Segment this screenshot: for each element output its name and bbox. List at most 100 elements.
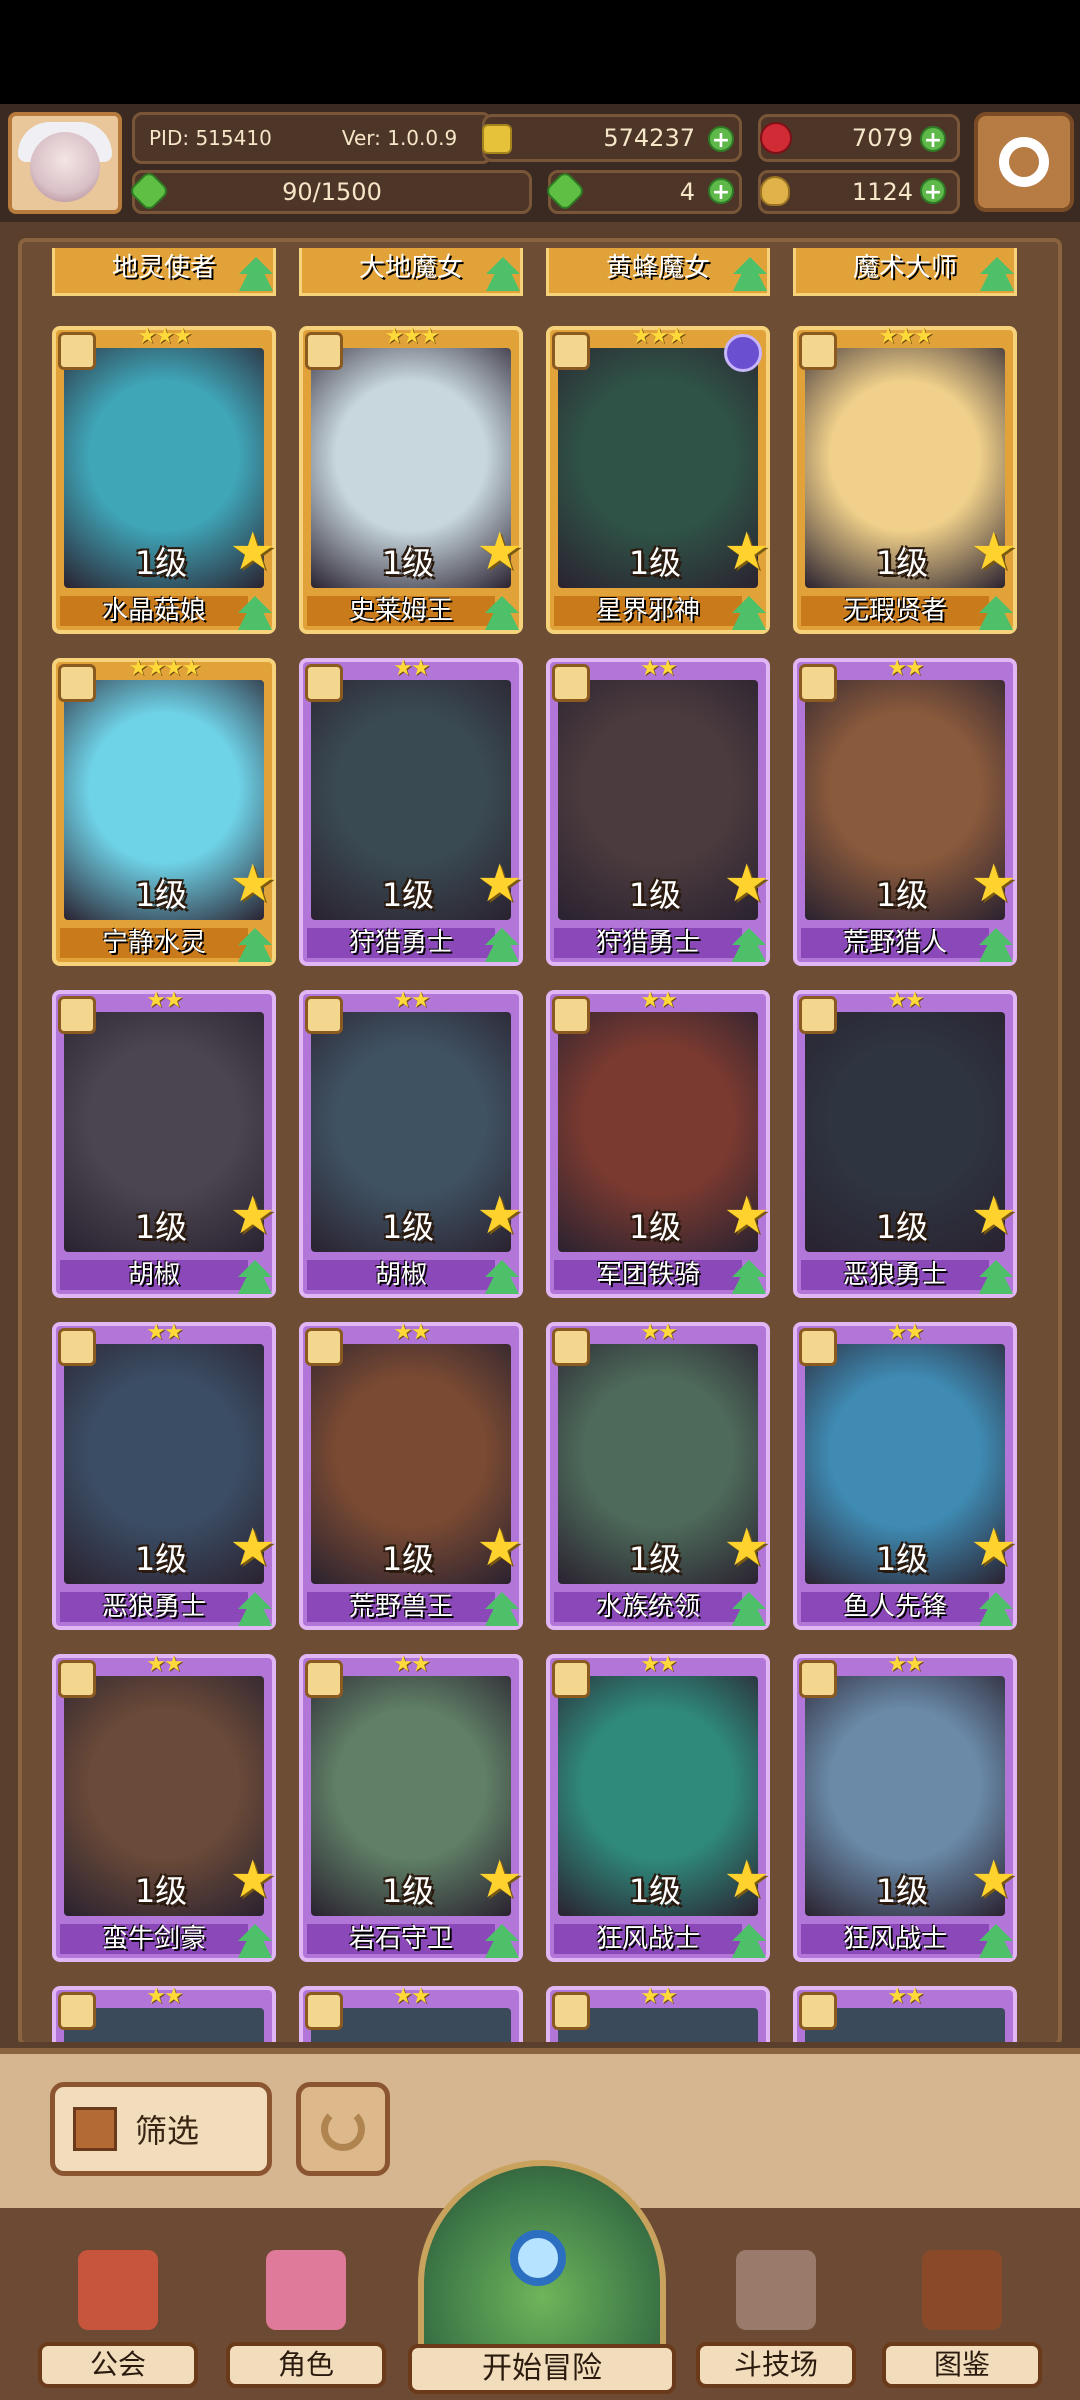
nav-tab-codex[interactable]: 图鉴 (882, 2250, 1042, 2400)
nav-label: 角色 (226, 2342, 386, 2388)
start-adventure-button[interactable]: 开始冒险 (408, 2160, 676, 2400)
character-name: 恶狼勇士 (60, 1592, 248, 1622)
gem-icon (760, 122, 792, 154)
nav-label: 公会 (38, 2342, 198, 2388)
nav-tab-guild[interactable]: 公会 (38, 2250, 198, 2400)
character-card[interactable]: ★★ 1级 ★ 狂风战士 (793, 1652, 1017, 1962)
top-row-name: 地灵使者 (111, 253, 216, 283)
character-name: 水晶菇娘 (60, 596, 248, 626)
add-gem-button[interactable]: + (920, 126, 946, 153)
upgrade-tree-icon (980, 257, 1014, 291)
star-icon: ★ (970, 854, 1017, 914)
top-row-card[interactable]: 黄蜂魔女 (546, 248, 770, 296)
character-card[interactable]: ★★ 1级 ★ 狩猎勇士 (546, 656, 770, 966)
character-card[interactable]: ★★ 1级 ★ 胡椒 (299, 988, 523, 1298)
character-grid: 地灵使者 大地魔女 黄蜂魔女 魔术大师 ★★★ 1级 ★ 水晶菇娘 ★★★ 1级 ★ 史莱姆王… (34, 248, 1044, 2048)
character-card[interactable]: ★★ 1级 ★ 恶狼勇士 (793, 988, 1017, 1298)
settings-button[interactable] (974, 112, 1074, 212)
character-name: 荒野兽王 (307, 1592, 495, 1622)
rarity-stars: ★★★★ (128, 656, 202, 681)
character-card[interactable]: ★★ 1级 ★ 荒野兽王 (299, 1320, 523, 1630)
character-name: 星界邪神 (554, 596, 742, 626)
character-name: 军团铁骑 (554, 1260, 742, 1290)
rarity-stars: ★★ (146, 1320, 183, 1345)
character-card[interactable]: ★★★ 1级 ★ 史莱姆王 (299, 324, 523, 634)
character-name: 鱼人先锋 (801, 1592, 989, 1622)
player-avatar[interactable] (8, 112, 122, 214)
coin-icon (482, 124, 512, 154)
character-card-partial[interactable]: ★★ (546, 1984, 770, 2048)
character-card[interactable]: ★★ 1级 ★ 鱼人先锋 (793, 1320, 1017, 1630)
character-card-partial[interactable]: ★★ (299, 1984, 523, 2048)
nav-tab-character[interactable]: 角色 (226, 2250, 386, 2400)
character-name: 狩猎勇士 (554, 928, 742, 958)
rarity-stars: ★★ (640, 1984, 677, 2009)
star-icon: ★ (229, 1850, 276, 1910)
character-card[interactable]: ★★ 1级 ★ 岩石守卫 (299, 1652, 523, 1962)
rarity-stars: ★★ (887, 988, 924, 1013)
character-card[interactable]: ★★★ 1级 ★ 星界邪神 (546, 324, 770, 634)
character-card[interactable]: ★★ 1级 ★ 荒野猎人 (793, 656, 1017, 966)
character-name: 胡椒 (307, 1260, 495, 1290)
rarity-stars: ★★ (393, 656, 430, 681)
character-card[interactable]: ★★ 1级 ★ 狩猎勇士 (299, 656, 523, 966)
star-icon: ★ (970, 522, 1017, 582)
character-name: 荒野猎人 (801, 928, 989, 958)
star-icon: ★ (723, 1850, 770, 1910)
star-icon: ★ (970, 1518, 1017, 1578)
top-row-card[interactable]: 魔术大师 (793, 248, 1017, 296)
star-icon: ★ (229, 1518, 276, 1578)
bag-icon (760, 176, 790, 206)
rarity-stars: ★★ (640, 1652, 677, 1677)
star-icon: ★ (476, 1518, 523, 1578)
rarity-stars: ★★ (887, 1984, 924, 2009)
nav-label: 图鉴 (882, 2342, 1042, 2388)
status-bar (0, 0, 1080, 104)
character-card-partial[interactable]: ★★ (52, 1984, 276, 2048)
character-card[interactable]: ★★ 1级 ★ 恶狼勇士 (52, 1320, 276, 1630)
character-card[interactable]: ★★★★ 1级 ★ 宁静水灵 (52, 656, 276, 966)
star-icon: ★ (723, 854, 770, 914)
rarity-stars: ★★ (393, 1984, 430, 2009)
star-icon: ★ (476, 522, 523, 582)
rarity-stars: ★★★ (137, 324, 192, 349)
upgrade-tree-icon (733, 257, 767, 291)
top-row-card[interactable]: 地灵使者 (52, 248, 276, 296)
coin-value: 574237 (603, 124, 695, 152)
book-icon (922, 2250, 1002, 2330)
character-card[interactable]: ★★ 1级 ★ 胡椒 (52, 988, 276, 1298)
character-card-partial[interactable]: ★★ (793, 1984, 1017, 2048)
rarity-stars: ★★ (146, 1984, 183, 2009)
rarity-stars: ★★ (887, 1652, 924, 1677)
refresh-button[interactable] (296, 2082, 390, 2176)
add-clover-button[interactable]: + (708, 178, 734, 205)
add-coin-button[interactable]: + (708, 126, 734, 153)
star-icon: ★ (723, 1186, 770, 1246)
swords-icon (736, 2250, 816, 2330)
character-card[interactable]: ★★★ 1级 ★ 水晶菇娘 (52, 324, 276, 634)
character-card[interactable]: ★★ 1级 ★ 水族统领 (546, 1320, 770, 1630)
character-name: 恶狼勇士 (801, 1260, 989, 1290)
star-icon: ★ (723, 1518, 770, 1578)
nav-tab-arena[interactable]: 斗技场 (696, 2250, 856, 2400)
add-bag-button[interactable]: + (920, 178, 946, 205)
coin-bar: 574237 (482, 114, 742, 162)
character-icon (266, 2250, 346, 2330)
rarity-stars: ★★★ (631, 324, 686, 349)
character-card[interactable]: ★★ 1级 ★ 狂风战士 (546, 1652, 770, 1962)
character-name: 岩石守卫 (307, 1924, 495, 1954)
guild-icon (78, 2250, 158, 2330)
rarity-stars: ★★ (393, 988, 430, 1013)
character-card[interactable]: ★★★ 1级 ★ 无瑕贤者 (793, 324, 1017, 634)
filter-button[interactable]: 筛选 (50, 2082, 272, 2176)
version-text: Ver: 1.0.0.9 (341, 126, 458, 150)
star-icon: ★ (229, 522, 276, 582)
character-name: 狂风战士 (554, 1924, 742, 1954)
refresh-icon (321, 2107, 365, 2151)
star-icon: ★ (476, 1850, 523, 1910)
stamina-bar: 90/1500 (132, 170, 532, 214)
character-card[interactable]: ★★ 1级 ★ 军团铁骑 (546, 988, 770, 1298)
gem-value: 7079 (851, 124, 913, 152)
top-row-card[interactable]: 大地魔女 (299, 248, 523, 296)
character-card[interactable]: ★★ 1级 ★ 蛮牛剑豪 (52, 1652, 276, 1962)
